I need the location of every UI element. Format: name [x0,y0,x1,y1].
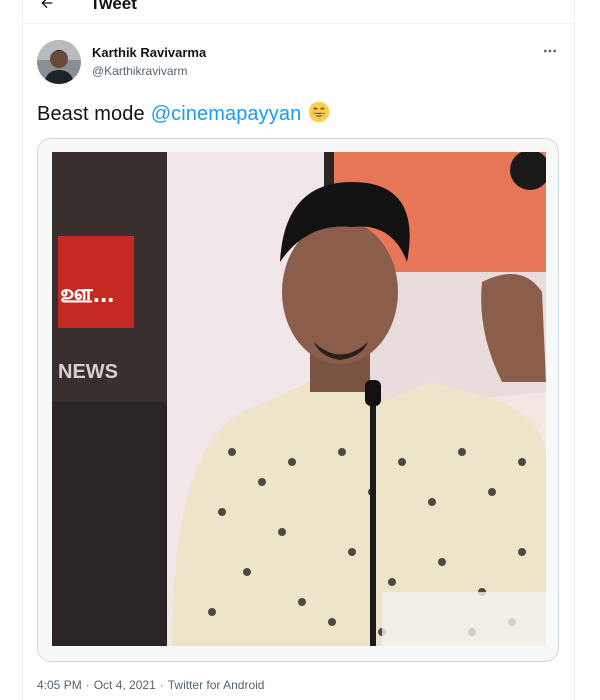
avatar[interactable] [37,40,81,84]
tweet-time[interactable]: 4:05 PM [37,678,82,692]
backdrop-logo-text: ஊ... [60,278,114,308]
tweet-metadata: 4:05 PM · Oct 4, 2021 · Twitter for Andr… [37,678,264,692]
tweet-text-body: Beast mode [37,102,145,125]
video-frame[interactable]: ஊ... NEWS [52,152,546,646]
tweet-media[interactable]: ஊ... NEWS [37,138,559,662]
mention-link[interactable]: @cinemapayyan [151,103,302,126]
tweet-source[interactable]: Twitter for Android [168,678,265,692]
page-title: Tweet [90,0,137,13]
tweet-date[interactable]: Oct 4, 2021 [94,678,156,692]
back-arrow-icon[interactable] [36,0,58,14]
more-horizontal-icon[interactable] [540,46,560,56]
tweet-text: Beast mode @cinemapayyan [37,100,335,128]
separator-dot: · [85,678,90,692]
separator-dot: · [159,678,164,692]
tweet-header: Tweet [22,0,575,24]
author-handle[interactable]: @Karthikravivarm [92,64,188,78]
backdrop-news-text: NEWS [58,361,118,383]
speaker-video-image: ஊ... NEWS [52,152,546,646]
grinning-face-emoji-icon [307,100,335,128]
author-name[interactable]: Karthik Ravivarma [92,45,206,60]
